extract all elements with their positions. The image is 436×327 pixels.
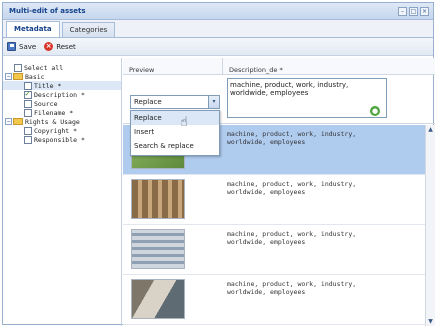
filename-checkbox[interactable] (24, 108, 32, 117)
mouse-pointer-icon: ☝ (180, 115, 188, 130)
save-button[interactable]: Save (7, 42, 36, 51)
asset-thumbnail[interactable] (131, 279, 185, 319)
edit-mode-dropdown: Replace Insert Search & replace (130, 110, 220, 156)
tree-item-copyright-label: Copyright * (34, 126, 78, 135)
window-controls: – □ × (398, 7, 429, 16)
asset-thumbnail[interactable] (131, 179, 185, 219)
row-description: machine, product, work, industry, worldw… (227, 130, 357, 146)
option-search-replace[interactable]: Search & replace (131, 139, 219, 153)
row-description: machine, product, work, industry, worldw… (227, 280, 357, 296)
tree-item-description[interactable]: Description * (3, 89, 121, 99)
table-row[interactable]: machine, product, work, industry, worldw… (123, 275, 425, 325)
save-icon (7, 42, 16, 51)
row-description: machine, product, work, industry, worldw… (227, 180, 357, 196)
tab-metadata[interactable]: Metadata (6, 21, 60, 37)
vertical-scrollbar[interactable]: ▲ ▼ (425, 125, 435, 326)
select-all-checkbox[interactable] (14, 63, 22, 72)
collapse-icon[interactable]: − (5, 73, 12, 80)
chevron-down-icon[interactable]: ▾ (208, 96, 219, 108)
edit-mode-select[interactable]: Replace ▾ (130, 95, 220, 109)
window-title: Multi-edit of assets (9, 7, 86, 15)
tree-item-copyright[interactable]: Copyright * (3, 126, 121, 135)
row-description: machine, product, work, industry, worldw… (227, 230, 357, 246)
close-button[interactable]: × (420, 7, 429, 16)
toolbar: Save × Reset (3, 38, 433, 56)
maximize-button[interactable]: □ (409, 7, 418, 16)
reset-icon: × (44, 42, 54, 51)
tree-item-responsible-label: Responsible * (34, 135, 85, 144)
option-replace[interactable]: Replace (131, 111, 219, 125)
edit-mode-value: Replace (134, 98, 162, 106)
tree-item-description-label: Description * (34, 90, 85, 99)
scroll-down-icon[interactable]: ▼ (426, 317, 435, 326)
save-label: Save (19, 42, 37, 51)
minimize-button[interactable]: – (398, 7, 407, 16)
tree-group-rights[interactable]: − Rights & Usage (3, 117, 121, 126)
collapse-icon[interactable]: − (5, 118, 12, 125)
tree-item-title[interactable]: Title * (3, 81, 121, 90)
field-tree: Select all − Basic Title * Description *… (3, 58, 122, 326)
responsible-checkbox[interactable] (24, 135, 32, 144)
reset-label: Reset (56, 42, 76, 51)
tree-item-responsible[interactable]: Responsible * (3, 135, 121, 144)
asset-grid: Preview Description_de * Replace ▾ machi… (123, 58, 435, 326)
table-row[interactable]: machine, product, work, industry, worldw… (123, 225, 425, 275)
tree-item-select-all[interactable]: Select all (3, 63, 121, 72)
select-all-label: Select all (24, 63, 64, 72)
tree-group-basic-label: Basic (25, 72, 45, 81)
scroll-up-icon[interactable]: ▲ (426, 125, 435, 134)
checkmark-icon[interactable]: ● (370, 106, 380, 116)
description-input[interactable]: machine, product, work, industry, worldw… (227, 78, 387, 118)
option-insert[interactable]: Insert (131, 125, 219, 139)
column-header-preview[interactable]: Preview (123, 58, 223, 74)
tree-group-basic[interactable]: − Basic (3, 72, 121, 81)
column-header-description[interactable]: Description_de * (223, 58, 383, 74)
description-checkbox[interactable] (24, 89, 32, 99)
tree-item-filename-label: Filename * (34, 108, 74, 117)
tree-item-filename[interactable]: Filename * (3, 108, 121, 117)
source-checkbox[interactable] (24, 99, 32, 108)
tab-categories[interactable]: Categories (61, 22, 116, 37)
table-row[interactable]: machine, product, work, industry, worldw… (123, 175, 425, 225)
grid-header: Preview Description_de * (123, 58, 435, 75)
folder-icon (13, 118, 23, 125)
tree-item-source[interactable]: Source (3, 99, 121, 108)
tree-item-title-label: Title * (34, 81, 62, 90)
copyright-checkbox[interactable] (24, 126, 32, 135)
tree-item-source-label: Source (34, 99, 58, 108)
window-titlebar: Multi-edit of assets – □ × (3, 3, 433, 20)
folder-icon (13, 73, 23, 80)
reset-button[interactable]: × Reset (44, 42, 76, 51)
multi-edit-window: Multi-edit of assets – □ × Metadata Cate… (2, 2, 435, 326)
asset-thumbnail[interactable] (131, 229, 185, 269)
tree-group-rights-label: Rights & Usage (25, 117, 80, 126)
tab-bar: Metadata Categories (3, 20, 433, 38)
